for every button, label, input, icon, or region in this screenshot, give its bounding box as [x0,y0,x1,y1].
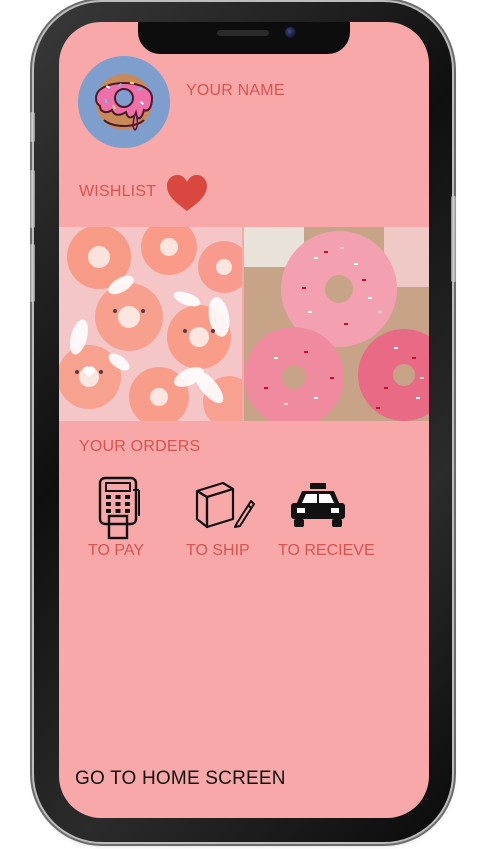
your-orders-label: YOUR ORDERS [79,438,201,455]
app-screen: YOUR NAME WISHLIST YOUR ORDERS TO PAY TO… [59,22,429,818]
donut-avatar-icon [78,56,170,148]
wishlist-label[interactable]: WISHLIST [79,183,156,201]
sprinkle-donuts-photo[interactable] [244,227,429,421]
heart-icon[interactable] [165,174,209,212]
to-ship-label: TO SHIP [186,542,250,559]
go-to-home-screen-button[interactable]: GO TO HOME SCREEN [75,768,286,790]
package-icon [195,481,255,529]
power-button [451,196,456,282]
avatar[interactable] [78,56,170,148]
bunny-donuts-photo[interactable] [59,227,242,421]
wishlist-photos [59,227,429,421]
volume-up-button [30,170,35,228]
notch [138,22,350,54]
taxi-icon [291,483,345,527]
volume-down-button [30,244,35,302]
to-pay-label: TO PAY [88,542,145,559]
your-name-label: YOUR NAME [186,82,285,99]
card-terminal-icon [98,476,140,540]
to-recieve-label: TO RECIEVE [278,542,375,559]
front-camera [285,27,296,38]
mute-switch [30,112,35,142]
speaker-grille [217,30,269,36]
